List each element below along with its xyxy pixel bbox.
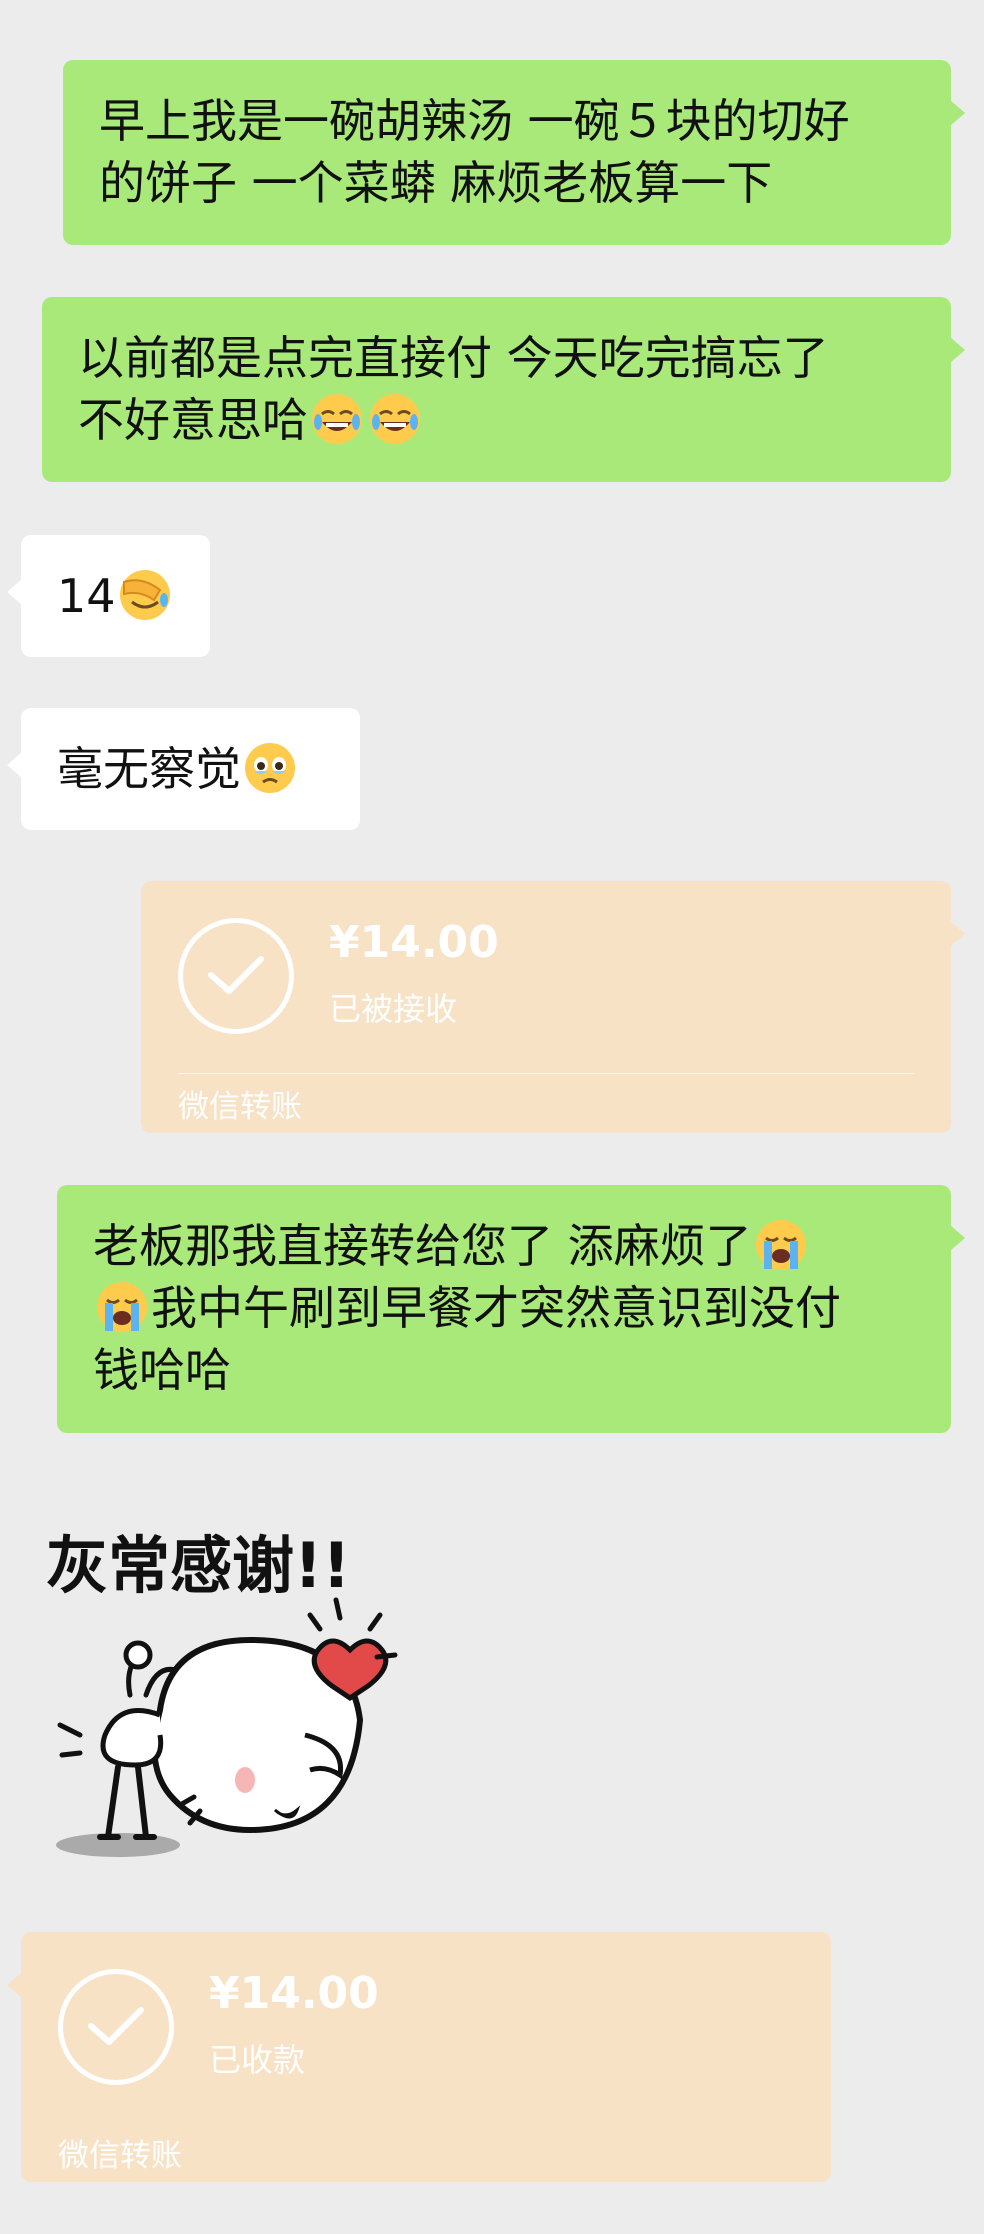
divider xyxy=(178,1073,914,1074)
transfer-label: 微信转账 xyxy=(58,2138,182,2174)
incoming-message-bubble[interactable]: 毫无察觉 xyxy=(7,708,360,830)
transfer-card[interactable]: ¥14.00 已收款 微信转账 xyxy=(7,1932,831,2182)
check-circle-icon xyxy=(58,1969,174,2085)
message-text: 老板那我直接转给您了 添麻烦了 xyxy=(93,1219,752,1273)
sticker-caption: 灰常感谢!! xyxy=(46,1529,351,1602)
message-text: 早上我是一碗胡辣汤 一碗５块的切好 xyxy=(99,94,850,148)
message-text: 不好意思哈 xyxy=(78,393,308,447)
grinning-sweat-face-emoji xyxy=(310,392,364,446)
transfer-card[interactable]: ¥14.00 已被接收 微信转账 xyxy=(141,881,965,1133)
transfer-amount: ¥14.00 xyxy=(329,917,499,968)
outgoing-message-bubble[interactable]: 老板那我直接转给您了 添麻烦了 我中午刷到早餐才突然意识到没付 钱哈哈 xyxy=(57,1185,965,1433)
transfer-status: 已被接收 xyxy=(329,990,458,1028)
holding-back-tears-emoji xyxy=(243,741,297,795)
loudly-crying-face-emoji xyxy=(95,1280,149,1334)
message-text: 的饼子 一个菜蟒 麻烦老板算一下 xyxy=(99,156,773,210)
check-circle-icon xyxy=(178,918,294,1034)
transfer-status: 已收款 xyxy=(209,2041,306,2079)
loudly-crying-face-emoji xyxy=(754,1218,808,1272)
sticker-image: 灰常感谢!! xyxy=(46,1529,398,1857)
incoming-message-bubble[interactable]: 14 xyxy=(7,535,210,657)
grinning-sweat-face-emoji xyxy=(368,392,422,446)
face-palm-emoji xyxy=(118,568,172,622)
thank-you-bird-sticker[interactable]: 灰常感谢!! xyxy=(40,1505,410,1865)
message-text: 14 xyxy=(57,569,116,623)
message-text: 毫无察觉 xyxy=(57,742,241,796)
message-text: 我中午刷到早餐才突然意识到没付 xyxy=(151,1281,841,1335)
message-text: 钱哈哈 xyxy=(93,1343,231,1397)
transfer-amount: ¥14.00 xyxy=(209,1968,379,2019)
message-line: 我中午刷到早餐才突然意识到没付 xyxy=(93,1277,915,1339)
outgoing-message-bubble[interactable]: 早上我是一碗胡辣汤 一碗５块的切好 的饼子 一个菜蟒 麻烦老板算一下 xyxy=(63,60,965,245)
message-line: 老板那我直接转给您了 添麻烦了 xyxy=(93,1215,915,1277)
message-line: 不好意思哈 xyxy=(78,389,915,451)
transfer-label: 微信转账 xyxy=(178,1089,302,1125)
outgoing-message-bubble[interactable]: 以前都是点完直接付 今天吃完搞忘了 不好意思哈 xyxy=(42,297,965,482)
message-text: 以前都是点完直接付 今天吃完搞忘了 xyxy=(78,331,829,385)
